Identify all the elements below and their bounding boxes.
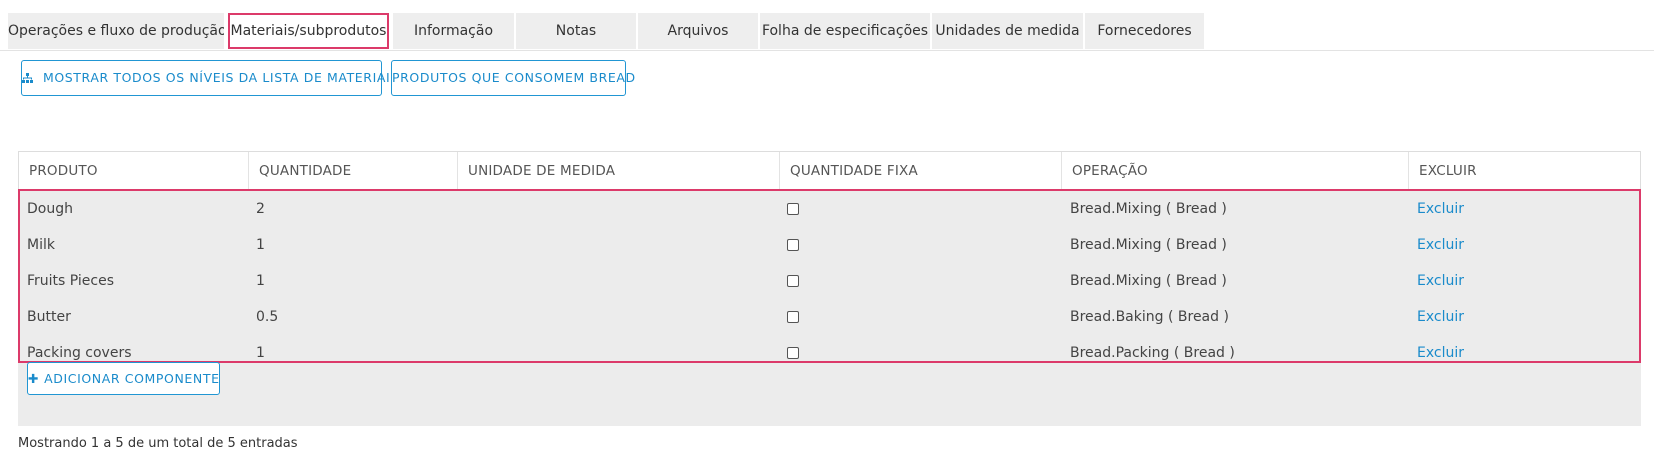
delete-link[interactable]: Excluir [1417, 263, 1464, 299]
fixed-quantity-checkbox[interactable] [787, 335, 799, 371]
show-all-levels-label: MOSTRAR TODOS OS NÍVEIS DA LISTA DE MATE… [42, 70, 399, 85]
cell-operation: Bread.Mixing ( Bread ) [1070, 237, 1227, 253]
delete-link[interactable]: Excluir [1417, 227, 1464, 263]
col-header-operation: OPERAÇÃO [1061, 152, 1408, 190]
fixed-quantity-checkbox[interactable] [787, 227, 799, 263]
materials-table: PRODUTO QUANTIDADE UNIDADE DE MEDIDA QUA… [18, 151, 1641, 190]
tab-label: Unidades de medida [935, 23, 1080, 39]
table-body: Dough 2 Bread.Mixing ( Bread ) Excluir M… [18, 189, 1641, 426]
cell-quantity: 1 [256, 345, 265, 361]
tab-label: Informação [413, 23, 494, 39]
cell-quantity: 0.5 [256, 309, 279, 325]
show-all-levels-button[interactable]: MOSTRAR TODOS OS NÍVEIS DA LISTA DE MATE… [21, 60, 398, 96]
add-component-label: ADICIONAR COMPONENTE [44, 371, 220, 386]
cell-operation: Bread.Mixing ( Bread ) [1070, 201, 1227, 217]
tab-bar: Operações e fluxo de produção Materiais/… [0, 0, 1654, 51]
tab-information[interactable]: Informação [393, 13, 514, 49]
col-header-product: PRODUTO [29, 163, 98, 179]
col-header-delete: EXCLUIR [1408, 152, 1640, 190]
tab-spec-sheet[interactable]: Folha de especificações [760, 13, 930, 49]
consumer-products-label: PRODUTOS QUE CONSOMEM BREAD [392, 70, 636, 85]
cell-quantity: 1 [256, 237, 265, 253]
delete-link[interactable]: Excluir [1417, 335, 1464, 371]
tab-materials[interactable]: Materiais/subprodutos [228, 13, 389, 49]
tab-label: Operações e fluxo de produção [8, 23, 224, 39]
col-header-quantity: QUANTIDADE [248, 152, 457, 190]
cell-product: Fruits Pieces [27, 273, 115, 289]
fixed-quantity-checkbox[interactable] [787, 191, 799, 227]
tab-suppliers[interactable]: Fornecedores [1085, 13, 1204, 49]
cell-quantity: 1 [256, 273, 265, 289]
delete-link[interactable]: Excluir [1417, 191, 1464, 227]
cell-product: Dough [27, 201, 73, 217]
cell-product: Butter [27, 309, 71, 325]
tab-label: Arquivos [667, 23, 729, 39]
fixed-quantity-checkbox[interactable] [787, 299, 799, 335]
col-header-fixed-quantity: QUANTIDADE FIXA [779, 152, 1061, 190]
tab-notes[interactable]: Notas [516, 13, 636, 49]
tab-label: Folha de especificações [761, 23, 929, 39]
consumer-products-button[interactable]: PRODUTOS QUE CONSOMEM BREAD [391, 60, 635, 96]
table-header: PRODUTO QUANTIDADE UNIDADE DE MEDIDA QUA… [19, 152, 1640, 190]
tab-files[interactable]: Arquivos [638, 13, 758, 49]
cell-operation: Bread.Mixing ( Bread ) [1070, 273, 1227, 289]
add-component-button[interactable]: ✚ ADICIONAR COMPONENTE [27, 362, 220, 395]
tab-units[interactable]: Unidades de medida [932, 13, 1083, 49]
fixed-quantity-checkbox[interactable] [787, 263, 799, 299]
cell-product: Milk [27, 237, 55, 253]
tab-operations[interactable]: Operações e fluxo de produção [8, 13, 224, 49]
tab-label: Fornecedores [1097, 23, 1192, 39]
sitemap-icon [22, 70, 38, 85]
tab-label: Materiais/subprodutos [230, 23, 387, 39]
plus-icon: ✚ [28, 371, 40, 386]
tab-label: Notas [555, 23, 597, 39]
col-header-unit: UNIDADE DE MEDIDA [457, 152, 779, 190]
cell-quantity: 2 [256, 201, 265, 217]
delete-link[interactable]: Excluir [1417, 299, 1464, 335]
cell-operation: Bread.Baking ( Bread ) [1070, 309, 1229, 325]
highlighted-rows: Dough 2 Bread.Mixing ( Bread ) Excluir M… [18, 189, 1641, 363]
cell-operation: Bread.Packing ( Bread ) [1070, 345, 1235, 361]
entries-summary: Mostrando 1 a 5 de um total de 5 entrada… [18, 436, 298, 451]
